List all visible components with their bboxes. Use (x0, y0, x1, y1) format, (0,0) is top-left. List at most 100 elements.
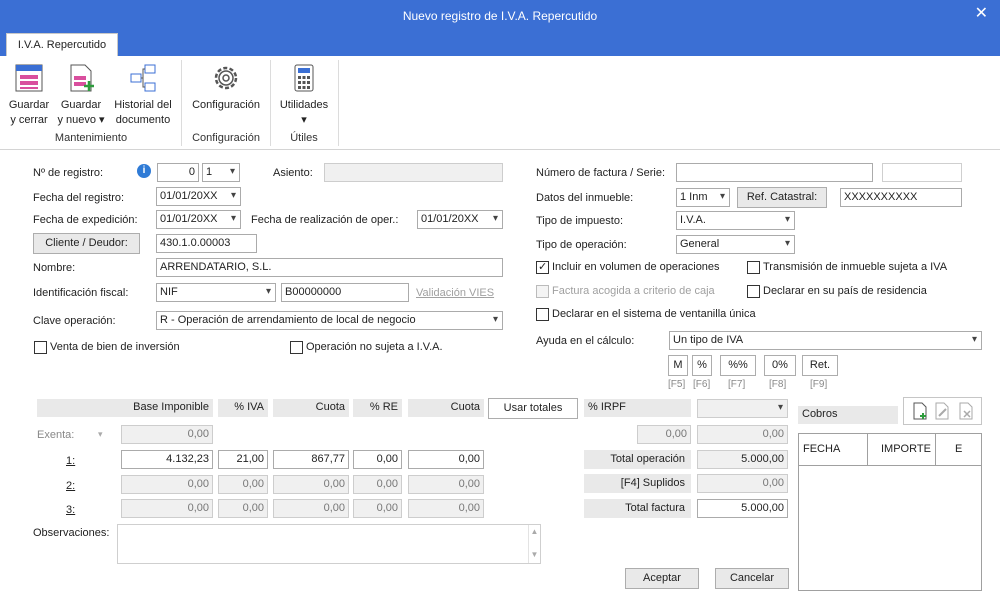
row-3-re-field: 0,00 (353, 499, 402, 518)
aceptar-button[interactable]: Aceptar (625, 568, 699, 589)
cobros-toolbar (903, 397, 982, 425)
header-cuota: Cuota (273, 399, 349, 417)
cliente-deudor-button[interactable]: Cliente / Deudor: (33, 233, 140, 254)
exenta-label: Exenta: (37, 429, 75, 441)
info-icon[interactable]: i (137, 164, 151, 178)
ribbon-separator (338, 60, 339, 146)
fecha-realizacion-field[interactable]: 01/01/20XX (417, 210, 503, 229)
group-utiles: Útiles (290, 132, 318, 144)
fecha-registro-field[interactable]: 01/01/20XX (156, 187, 241, 206)
save-new-icon (70, 64, 94, 92)
fecha-realizacion-label: Fecha de realización de oper.: (251, 214, 399, 226)
irpf-base-field: 0,00 (637, 425, 691, 444)
declarar-ventanilla-checkbox[interactable] (536, 308, 549, 321)
declarar-ventanilla-label: Declarar en el sistema de ventanilla úni… (552, 308, 756, 320)
header-iva: % IVA (218, 399, 268, 417)
identificacion-tipo-select[interactable]: NIF (156, 283, 276, 302)
delete-document-icon (959, 402, 973, 420)
identificacion-label: Identificación fiscal: (33, 287, 129, 299)
inmueble-select[interactable]: 1 Inm (676, 188, 730, 207)
asiento-label: Asiento: (273, 167, 313, 179)
row-2-iva-field: 0,00 (218, 475, 268, 494)
num-registro-label: Nº de registro: (33, 167, 104, 179)
validacion-vies-link[interactable]: Validación VIES (416, 287, 494, 299)
ref-catastral-field[interactable]: XXXXXXXXXX (840, 188, 962, 207)
calc-m-key: [F5] (668, 379, 686, 390)
declarar-pais-label: Declarar en su país de residencia (763, 285, 927, 297)
ayuda-calculo-label: Ayuda en el cálculo: (536, 335, 635, 347)
irpf-cuota-field: 0,00 (697, 425, 788, 444)
calc-m-button[interactable]: M (668, 355, 688, 376)
operacion-no-sujeta-checkbox[interactable] (290, 341, 303, 354)
row-1-cuota-field[interactable]: 867,77 (273, 450, 349, 469)
guardar-cerrar-button[interactable]: Guardar y cerrar (4, 62, 54, 128)
group-mantenimiento: Mantenimiento (54, 132, 128, 144)
tab-iva-repercutido[interactable]: I.V.A. Repercutido (6, 33, 118, 57)
inmueble-label: Datos del inmueble: (536, 192, 634, 204)
calc-ret-button[interactable]: Ret. (802, 355, 838, 376)
venta-bien-inversion-label: Venta de bien de inversión (50, 341, 180, 353)
edit-document-icon (935, 402, 949, 420)
row-2-cuota-re-field: 0,00 (408, 475, 484, 494)
utilidades-button[interactable]: Utilidades ▾ (274, 62, 334, 128)
row-2-re-field: 0,00 (353, 475, 402, 494)
close-icon[interactable]: ✕ (975, 6, 988, 22)
clave-operacion-select[interactable]: R - Operación de arrendamiento de local … (156, 311, 503, 330)
cobros-col-e: E (955, 443, 963, 455)
row-1-iva-field[interactable]: 21,00 (218, 450, 268, 469)
observaciones-textarea[interactable] (117, 524, 541, 564)
historial-documento-button[interactable]: Historial del documento (110, 62, 176, 128)
row-3-cuota-field: 0,00 (273, 499, 349, 518)
tipo-operacion-select[interactable]: General (676, 235, 795, 254)
exenta-dropdown-icon: ▾ (98, 429, 103, 439)
ayuda-calculo-select[interactable]: Un tipo de IVA (669, 331, 982, 350)
guardar-nuevo-button[interactable]: Guardar y nuevo ▾ (56, 62, 106, 128)
row-1-cuota-re-field[interactable]: 0,00 (408, 450, 484, 469)
usar-totales-button[interactable]: Usar totales (488, 398, 578, 419)
fecha-expedicion-field[interactable]: 01/01/20XX (156, 210, 241, 229)
declarar-pais-checkbox[interactable] (747, 285, 760, 298)
configuracion-button[interactable]: Configuración (186, 62, 266, 113)
fecha-registro-label: Fecha del registro: (33, 192, 125, 204)
calc-zero-percent-button[interactable]: 0% (764, 355, 796, 376)
ref-catastral-button[interactable]: Ref. Catastral: (737, 187, 827, 208)
calc-percent-key: [F6] (693, 379, 711, 390)
cliente-field[interactable]: 430.1.0.00003 (156, 234, 257, 253)
calc-percent-button[interactable]: % (692, 355, 712, 376)
factura-acogida-label: Factura acogida a criterio de caja (552, 285, 715, 297)
num-registro-field[interactable]: 0 (157, 163, 199, 182)
incluir-volumen-checkbox[interactable] (536, 260, 549, 274)
operacion-no-sujeta-label: Operación no sujeta a I.V.A. (306, 341, 443, 353)
cobros-col-fecha: FECHA (803, 443, 841, 455)
tipo-impuesto-select[interactable]: I.V.A. (676, 211, 795, 230)
total-factura-field[interactable]: 5.000,00 (697, 499, 788, 518)
row-1-re-field[interactable]: 0,00 (353, 450, 402, 469)
scroll-down-icon: ▼ (530, 550, 539, 559)
save-close-icon (15, 64, 43, 92)
venta-bien-inversion-checkbox[interactable] (34, 341, 47, 354)
calc-double-percent-key: [F7] (728, 379, 746, 390)
row-1-base-field[interactable]: 4.132,23 (121, 450, 213, 469)
observaciones-scrollbar[interactable]: ▲ ▼ (528, 525, 540, 563)
nombre-field[interactable]: ARRENDATARIO, S.L. (156, 258, 503, 277)
ribbon-separator (181, 60, 182, 146)
asiento-field (324, 163, 503, 182)
transmision-inmueble-checkbox[interactable] (747, 261, 760, 274)
num-registro-serie-select[interactable]: 1 (202, 163, 240, 182)
serie-field[interactable] (882, 163, 962, 182)
tab-strip (0, 31, 1000, 57)
num-factura-field[interactable] (676, 163, 873, 182)
tipo-impuesto-label: Tipo de impuesto: (536, 215, 624, 227)
header-cuota-re: Cuota (408, 399, 484, 417)
cancelar-button[interactable]: Cancelar (715, 568, 789, 589)
cobros-grid[interactable]: FECHA IMPORTE E (798, 433, 982, 591)
identificacion-field[interactable]: B00000000 (281, 283, 409, 302)
suplidos-label: [F4] Suplidos (584, 474, 691, 493)
cobros-col-importe: IMPORTE (881, 443, 931, 455)
new-document-icon (913, 402, 927, 420)
calc-zero-percent-key: [F8] (769, 379, 787, 390)
calc-double-percent-button[interactable]: %% (720, 355, 756, 376)
row-3-label: 3: (66, 504, 76, 516)
observaciones-label: Observaciones: (33, 527, 110, 539)
factura-acogida-checkbox (536, 285, 549, 298)
